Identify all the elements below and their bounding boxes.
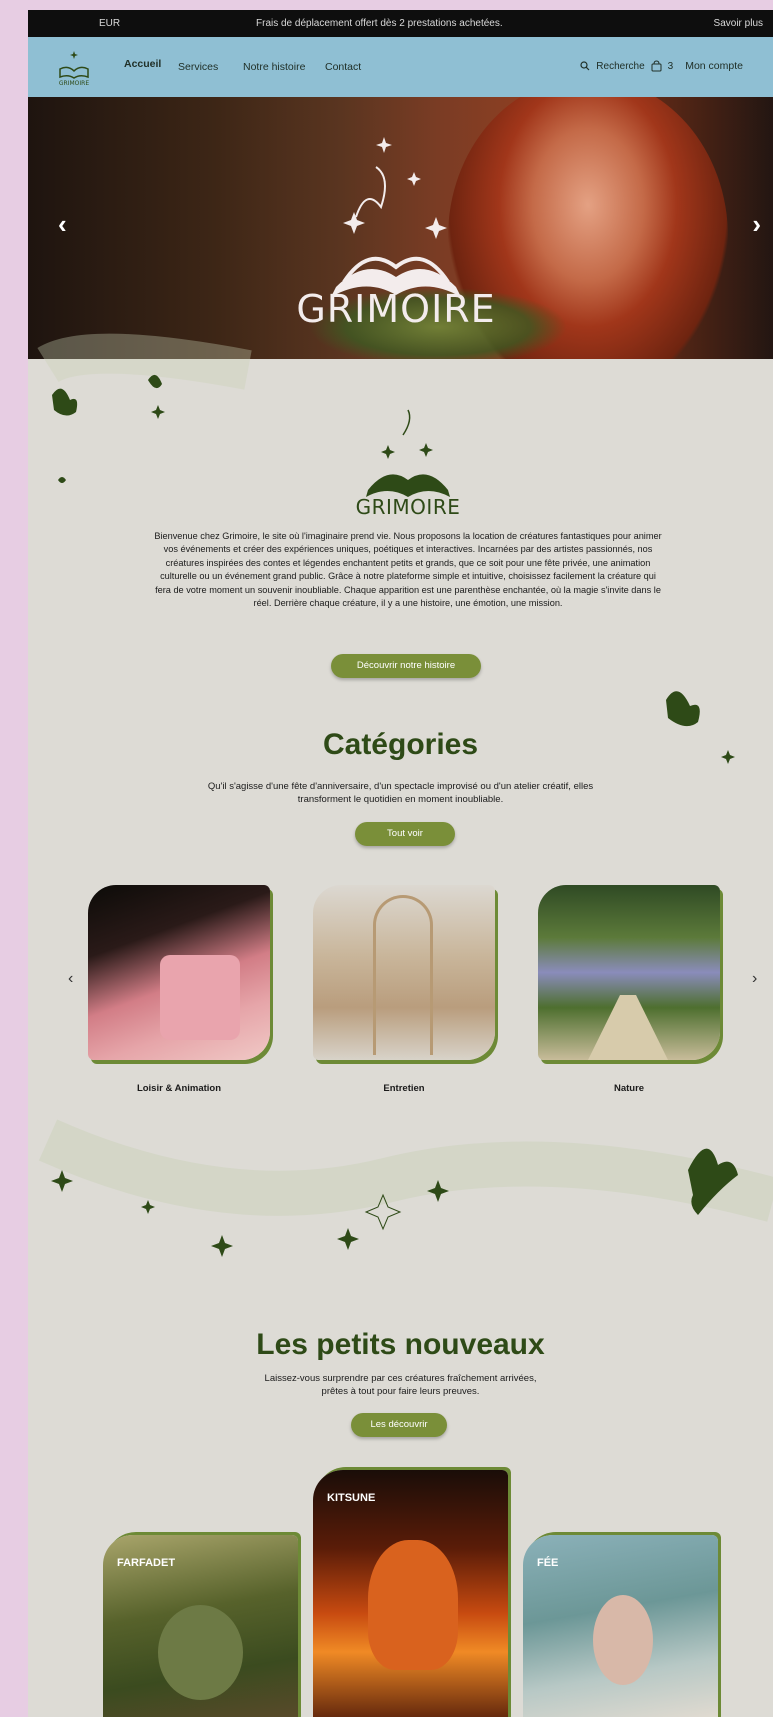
creature-label: KITSUNE	[327, 1492, 376, 1504]
categories-prev-arrow[interactable]: ‹	[68, 970, 73, 988]
treehouse-image	[373, 895, 433, 1055]
creature-card-kitsune[interactable]: KITSUNE	[313, 1470, 508, 1717]
see-all-button[interactable]: Tout voir	[355, 822, 455, 846]
categories-subtitle: Qu'il s'agisse d'une fête d'anniversaire…	[207, 781, 594, 805]
category-card-entretien[interactable]	[313, 885, 495, 1060]
category-label[interactable]: Nature	[538, 1083, 720, 1094]
intro-text: Bienvenue chez Grimoire, le site où l'im…	[154, 531, 662, 609]
category-label[interactable]: Loisir & Animation	[88, 1083, 270, 1094]
categories-next-arrow[interactable]: ›	[752, 970, 757, 988]
fee-image	[593, 1595, 653, 1685]
category-card-loisir[interactable]	[88, 885, 270, 1060]
discover-new-button[interactable]: Les découvrir	[351, 1413, 447, 1437]
creature-card-farfadet[interactable]: FARFADET	[103, 1535, 298, 1717]
farfadet-image	[158, 1605, 243, 1700]
cake-image	[160, 955, 240, 1040]
category-card-nature[interactable]	[538, 885, 720, 1060]
discover-story-button[interactable]: Découvrir notre histoire	[331, 654, 481, 678]
category-label[interactable]: Entretien	[313, 1083, 495, 1094]
garden-path-image	[588, 995, 668, 1060]
kitsune-image	[368, 1540, 458, 1670]
sparkle-decoration	[37, 333, 773, 1257]
categories-title: Catégories	[322, 728, 479, 761]
creature-label: FARFADET	[117, 1557, 176, 1569]
intro-brand: GRIMOIRE	[355, 495, 461, 519]
new-arrivals-subtitle: Laissez-vous surprendre par ces créature…	[264, 1373, 537, 1397]
creature-label: FÉE	[537, 1557, 559, 1569]
new-arrivals-title: Les petits nouveaux	[256, 1328, 545, 1361]
creature-card-fee[interactable]: FÉE	[523, 1535, 718, 1717]
page: EUR Frais de déplacement offert dès 2 pr…	[28, 10, 773, 1717]
